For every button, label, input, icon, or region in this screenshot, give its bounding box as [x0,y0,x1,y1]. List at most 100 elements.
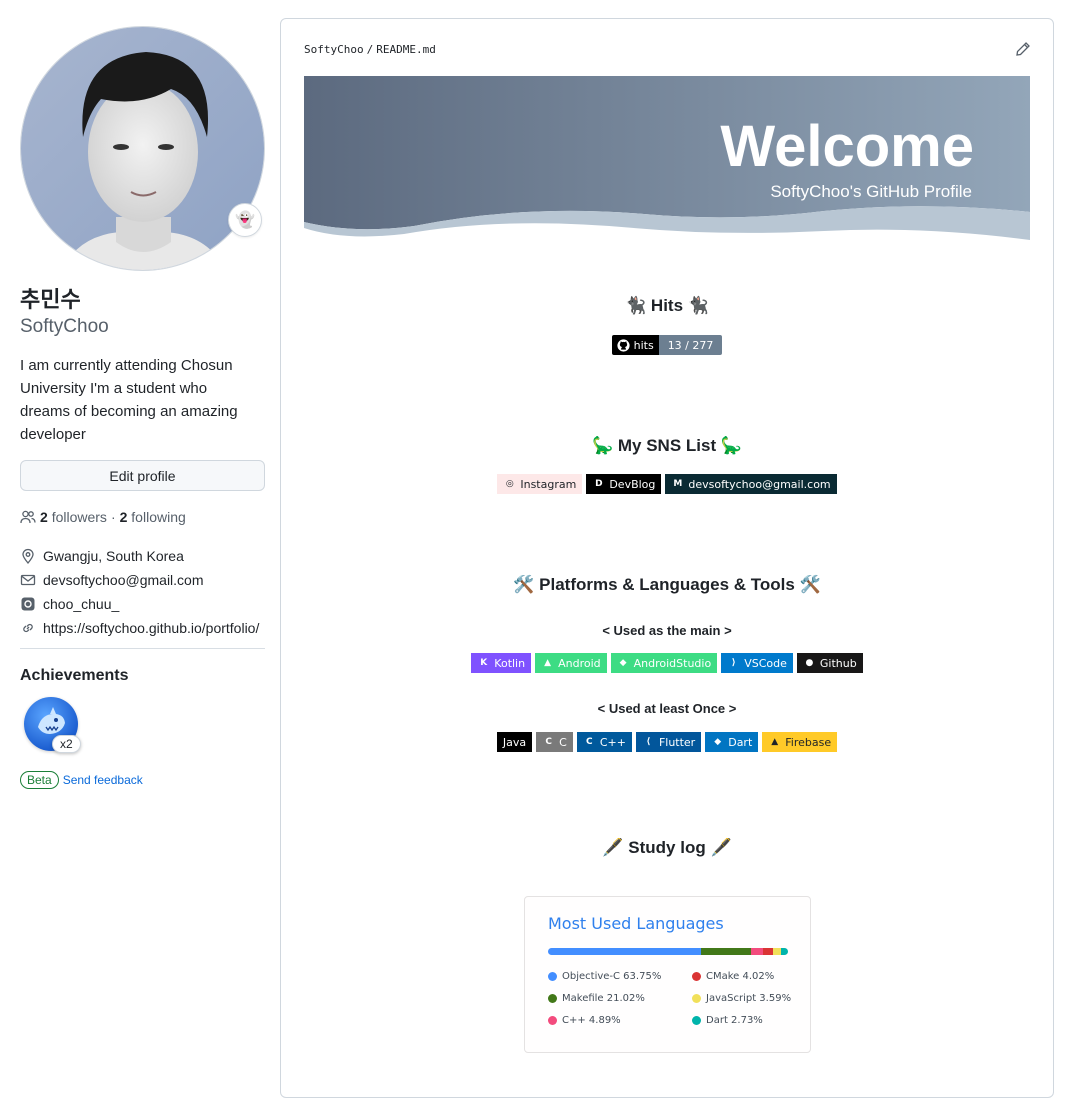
hits-badge-label: hits [633,338,654,352]
followers-label: followers [51,509,107,525]
edit-profile-button[interactable]: Edit profile [20,460,265,491]
badge-label: C++ [599,735,626,749]
android-icon: ▲ [544,658,552,668]
avatar-container: 👻 [20,26,265,271]
language-legend-item: Objective-C 63.75% [548,971,692,982]
badge-instagram[interactable]: ◎ Instagram [497,474,583,494]
once-tools-heading: < Used at least Once > [597,701,737,716]
badge-kotlin[interactable]: K Kotlin [471,653,532,673]
languages-progress-bar [548,948,788,955]
beta-badge: Beta [20,771,59,789]
instagram-icon [21,597,35,611]
legend-label: Dart 2.73% [706,1015,763,1026]
mail-icon [20,574,36,586]
main-tools-heading: < Used as the main > [602,623,732,638]
badge-flutter[interactable]: ⟨ Flutter [635,732,702,752]
languages-legend: Objective-C 63.75% CMake 4.02% Makefile 21… [548,971,793,1026]
follow-separator: · [110,509,116,525]
badge-label: Flutter [658,735,696,749]
badge-label: Android [558,656,601,670]
badge-devblog[interactable]: D DevBlog [586,474,662,494]
follow-stats: 2 followers · 2 following [20,509,265,525]
badge-dart[interactable]: ◆ Dart [705,732,759,752]
email-item: devsoftychoo@gmail.com [20,570,265,590]
badge-androidstudio[interactable]: ◆ AndroidStudio [610,653,718,673]
followers-count: 2 [40,509,48,525]
profile-sidebar: 👻 추민수 SoftyChoo I am currently attending… [20,26,265,789]
platforms-heading: 🛠️ Platforms & Languages & Tools 🛠️ [513,575,821,594]
path-separator: / [366,43,374,56]
legend-dot [548,972,557,981]
profile-full-name: 추민수 [20,288,81,313]
legend-dot [692,972,701,981]
readme-file-link[interactable]: README.md [376,43,436,56]
status-emoji: 👻 [235,212,255,229]
badge-java[interactable]: Java [496,732,533,752]
badge-github[interactable]: ● Github [796,653,863,673]
followers-link[interactable]: 2 followers [40,509,111,525]
study-log-heading: 🖋️ Study log 🖋️ [602,838,732,857]
people-icon [20,510,36,524]
most-used-languages-card[interactable]: Most Used Languages Objective-C 63.75% CM… [524,896,811,1053]
badge-label: AndroidStudio [633,656,712,670]
cpp-icon: C [586,737,593,747]
bar-segment-dart [781,948,788,955]
hits-heading: 🐈‍⬛ Hits 🐈‍⬛ [625,296,709,315]
languages-card-title: Most Used Languages [548,914,724,933]
welcome-banner: Welcome SoftyChoo's GitHub Profile [304,76,1030,240]
sns-badge-row: ◎ Instagram D DevBlog Mdevsoftychoo@gmail.co… [281,474,1053,494]
gmail-icon: M [673,479,683,489]
hits-badge-value: 13 / 277 [658,335,723,355]
firebase-icon: ▲ [771,737,779,747]
location-text: Gwangju, South Korea [43,548,184,564]
instagram-link[interactable]: choo_chuu_ [43,594,119,614]
badge-label: Firebase [785,735,832,749]
hits-badge-left: hits [611,335,659,355]
badge-c-[interactable]: C C++ [576,732,632,752]
badge-label: Kotlin [494,656,526,670]
legend-label: Makefile 21.02% [562,993,645,1004]
avatar[interactable] [20,26,265,271]
achievement-count: x2 [52,735,81,753]
pencil-icon[interactable] [1015,41,1031,57]
badge-label: DevBlog [609,477,656,491]
profile-bio: I am currently attending Chosun Universi… [20,357,238,443]
banner-title: Welcome [720,114,974,179]
sns-heading: 🦕 My SNS List 🦕 [591,436,743,455]
profile-details: Gwangju, South Korea devsoftychoo@gmail.… [20,546,265,638]
bar-segment-makefile [701,948,752,955]
legend-dot [692,1016,701,1025]
badge-label: VSCode [744,656,787,670]
status-emoji-button[interactable]: 👻 [228,203,262,237]
hits-badge[interactable]: hits 13 / 277 [611,335,723,355]
androidstudio-icon: ◆ [619,658,627,668]
instagram-item: choo_chuu_ [20,594,265,614]
readme-owner-link[interactable]: SoftyChoo [304,43,364,56]
badge-vscode[interactable]: ⟩ VSCode [721,653,793,673]
legend-dot [548,1016,557,1025]
readme-panel: SoftyChoo / README.md Welcome SoftyChoo's … [280,18,1054,1098]
following-link[interactable]: 2 following [120,509,190,525]
badge-c[interactable]: CC [536,732,573,752]
send-feedback-link[interactable]: Send feedback [63,773,143,787]
badge-firebase[interactable]: ▲ Firebase [762,732,838,752]
bar-segment-javascript [772,948,782,955]
language-legend-item: C++ 4.89% [548,1015,692,1026]
badge-label: devsoftychoo@gmail.com [688,477,831,491]
once-tools-badge-row: Java C C C C++ ⟨ Flutter ◆ Dart ▲ Firebase [281,732,1053,752]
achievement-pull-shark[interactable]: x2 [20,697,84,761]
website-link[interactable]: https://softychoo.github.io/portfolio/ [43,618,259,638]
email-link[interactable]: devsoftychoo@gmail.com [43,570,204,590]
sidebar-divider [20,648,265,649]
language-legend-item: CMake 4.02% [692,971,792,982]
kotlin-icon: K [480,658,488,668]
badge-devsoftychoo-gmail-com[interactable]: Mdevsoftychoo@gmail.com [665,474,837,494]
badge-label: Dart [728,735,753,749]
main-tools-badge-row: K Kotlin ▲ Android ◆ AndroidStudio ⟩ VSCode ● Git… [281,653,1053,673]
c-icon: C [545,737,552,747]
badge-android[interactable]: ▲ Android [535,653,607,673]
bar-segment-cmake [763,948,773,955]
dart-icon: ◆ [714,737,722,747]
hits-badge-row: hits 13 / 277 [281,335,1053,355]
beta-row: Beta Send feedback [20,771,265,789]
